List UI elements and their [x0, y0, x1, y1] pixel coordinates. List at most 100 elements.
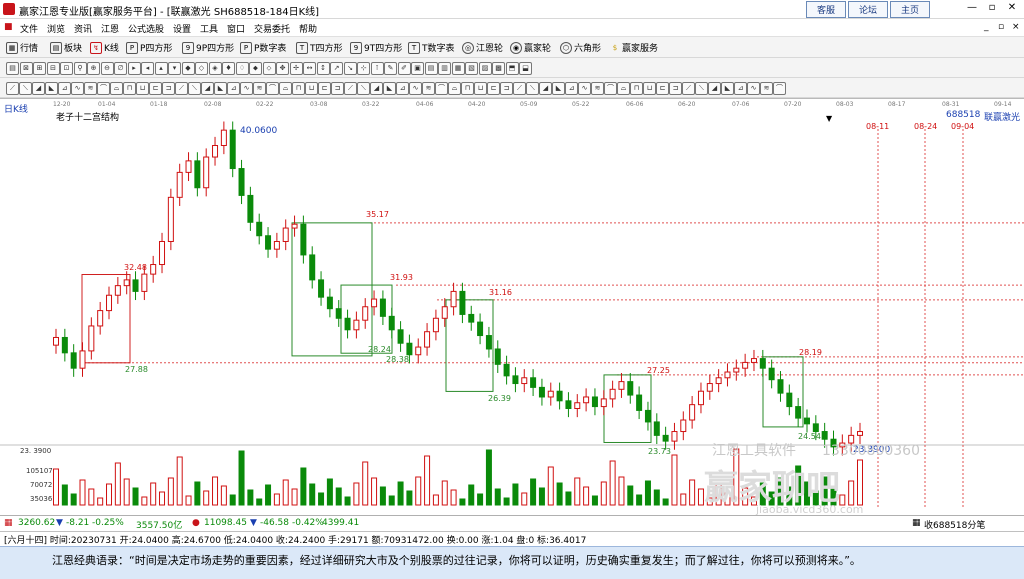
9t-square-button[interactable]: 9 9T四方形 [350, 41, 402, 54]
analysis-tool-icon-60[interactable]: ⌒ [773, 82, 786, 95]
analysis-tool-icon-51[interactable]: ⊏ [656, 82, 669, 95]
analysis-tool-icon-36[interactable]: ⊓ [461, 82, 474, 95]
analysis-tool-icon-3[interactable]: ◢ [32, 82, 45, 95]
quote-button[interactable]: ▦ 行情 [6, 41, 38, 54]
analysis-tool-icon-13[interactable]: ⊐ [162, 82, 175, 95]
menu-settings[interactable]: 设置 [173, 22, 191, 35]
analysis-tool-icon-20[interactable]: ≋ [253, 82, 266, 95]
t-square-button[interactable]: T T四方形 [296, 41, 343, 54]
draw-tool-icon-36[interactable]: ▨ [478, 62, 492, 75]
analysis-tool-icon-11[interactable]: ⊔ [136, 82, 149, 95]
analysis-tool-icon-49[interactable]: ⊓ [630, 82, 643, 95]
analysis-tool-icon-4[interactable]: ◣ [45, 82, 58, 95]
draw-tool-icon-14[interactable]: ◆ [181, 62, 195, 75]
draw-tool-icon-27[interactable]: ⊹ [357, 62, 370, 75]
draw-tool-icon-3[interactable]: ⊞ [33, 62, 46, 75]
ticks-label[interactable]: 收688518分笔 [924, 518, 985, 531]
draw-tool-icon-2[interactable]: ⊠ [19, 62, 33, 75]
9p-square-button[interactable]: 9 9P四方形 [182, 41, 234, 54]
analysis-tool-icon-55[interactable]: ◢ [708, 82, 721, 95]
analysis-tool-icon-42[interactable]: ◢ [539, 82, 552, 95]
draw-tool-icon-12[interactable]: ▴ [154, 62, 168, 75]
draw-tool-icon-35[interactable]: ▧ [465, 62, 478, 75]
analysis-tool-icon-35[interactable]: ⌓ [448, 82, 461, 95]
maximize-icon[interactable]: ▫ [984, 1, 1000, 15]
menu-tools[interactable]: 工具 [200, 22, 218, 35]
p-square-button[interactable]: P P四方形 [126, 41, 172, 54]
analysis-tool-icon-18[interactable]: ⊿ [227, 82, 240, 95]
draw-tool-icon-23[interactable]: ↔ [303, 62, 316, 75]
link-forum[interactable]: 论坛 [848, 1, 889, 18]
menu-info[interactable]: 资讯 [74, 22, 92, 35]
menu-help[interactable]: 帮助 [299, 22, 317, 35]
gann-wheel-button[interactable]: ◎ 江恩轮 [462, 41, 503, 54]
analysis-tool-icon-24[interactable]: ⊔ [305, 82, 318, 95]
analysis-tool-icon-28[interactable]: ⟍ [357, 82, 370, 95]
draw-tool-icon-20[interactable]: ⬦ [262, 62, 276, 75]
draw-tool-icon-39[interactable]: ⬓ [519, 62, 532, 75]
draw-tool-icon-26[interactable]: ↘ [343, 62, 357, 75]
analysis-tool-icon-27[interactable]: ⟋ [344, 82, 357, 95]
analysis-tool-icon-57[interactable]: ⊿ [734, 82, 747, 95]
analysis-tool-icon-53[interactable]: ⟋ [682, 82, 695, 95]
menu-browse[interactable]: 浏览 [47, 22, 65, 35]
analysis-tool-icon-1[interactable]: ⟋ [6, 82, 19, 95]
hexagon-button[interactable]: ⬡ 六角形 [560, 41, 601, 54]
draw-tool-icon-21[interactable]: ✥ [276, 62, 289, 75]
analysis-tool-icon-21[interactable]: ⌒ [266, 82, 279, 95]
link-home[interactable]: 主页 [890, 1, 931, 18]
analysis-tool-icon-52[interactable]: ⊐ [669, 82, 682, 95]
analysis-tool-icon-38[interactable]: ⊏ [487, 82, 500, 95]
analysis-tool-icon-19[interactable]: ∿ [240, 82, 253, 95]
draw-tool-icon-38[interactable]: ⬒ [505, 62, 519, 75]
draw-tool-icon-18[interactable]: ♢ [235, 62, 249, 75]
analysis-tool-icon-50[interactable]: ⊔ [643, 82, 656, 95]
analysis-tool-icon-6[interactable]: ∿ [71, 82, 84, 95]
analysis-tool-icon-12[interactable]: ⊏ [149, 82, 162, 95]
analysis-tool-icon-26[interactable]: ⊐ [331, 82, 344, 95]
analysis-tool-icon-56[interactable]: ◣ [721, 82, 734, 95]
draw-tool-icon-1[interactable]: ▤ [6, 62, 19, 75]
analysis-tool-icon-45[interactable]: ∿ [578, 82, 591, 95]
analysis-tool-icon-22[interactable]: ⌓ [279, 82, 292, 95]
draw-tool-icon-24[interactable]: ↕ [316, 62, 330, 75]
analysis-tool-icon-8[interactable]: ⌒ [97, 82, 110, 95]
analysis-tool-icon-46[interactable]: ≋ [591, 82, 604, 95]
analysis-tool-icon-14[interactable]: ⟋ [175, 82, 188, 95]
analysis-tool-icon-39[interactable]: ⊐ [500, 82, 513, 95]
draw-tool-icon-13[interactable]: ▾ [168, 62, 181, 75]
draw-tool-icon-4[interactable]: ⊟ [46, 62, 60, 75]
draw-tool-icon-25[interactable]: ↗ [330, 62, 343, 75]
kline-chart[interactable]: 12-20 01-04 01-18 02-08 02-22 03-08 03-22 04-06… [0, 99, 1024, 516]
draw-tool-icon-37[interactable]: ▩ [492, 62, 505, 75]
analysis-tool-icon-37[interactable]: ⊔ [474, 82, 487, 95]
draw-tool-icon-28[interactable]: ⊺ [370, 62, 384, 75]
draw-tool-icon-16[interactable]: ◈ [208, 62, 222, 75]
analysis-tool-icon-30[interactable]: ◣ [383, 82, 396, 95]
analysis-tool-icon-5[interactable]: ⊿ [58, 82, 71, 95]
analysis-tool-icon-54[interactable]: ⟍ [695, 82, 708, 95]
draw-tool-icon-30[interactable]: ✐ [397, 62, 411, 75]
t-number-button[interactable]: T T数字表 [408, 41, 455, 54]
draw-tool-icon-10[interactable]: ▸ [127, 62, 141, 75]
analysis-tool-icon-29[interactable]: ◢ [370, 82, 383, 95]
analysis-tool-icon-33[interactable]: ≋ [422, 82, 435, 95]
kline-button[interactable]: ↯ K线 [90, 41, 119, 54]
minimize-icon[interactable]: — [964, 1, 980, 15]
draw-tool-icon-34[interactable]: ▦ [451, 62, 465, 75]
analysis-tool-icon-17[interactable]: ◣ [214, 82, 227, 95]
draw-tool-icon-29[interactable]: ✎ [384, 62, 397, 75]
analysis-tool-icon-16[interactable]: ◢ [201, 82, 214, 95]
analysis-tool-icon-48[interactable]: ⌓ [617, 82, 630, 95]
restore-child-icon[interactable]: ▫ [998, 22, 1004, 32]
draw-tool-icon-32[interactable]: ▤ [424, 62, 438, 75]
draw-tool-icon-6[interactable]: ⚲ [73, 62, 87, 75]
close-icon[interactable]: ✕ [1004, 1, 1020, 15]
dropdown-arrow-icon[interactable]: ▼ [826, 114, 832, 123]
analysis-tool-icon-40[interactable]: ⟋ [513, 82, 526, 95]
link-service[interactable]: 客服 [806, 1, 847, 18]
draw-tool-icon-9[interactable]: ∅ [114, 62, 127, 75]
analysis-tool-icon-23[interactable]: ⊓ [292, 82, 305, 95]
analysis-tool-icon-31[interactable]: ⊿ [396, 82, 409, 95]
analysis-tool-icon-47[interactable]: ⌒ [604, 82, 617, 95]
